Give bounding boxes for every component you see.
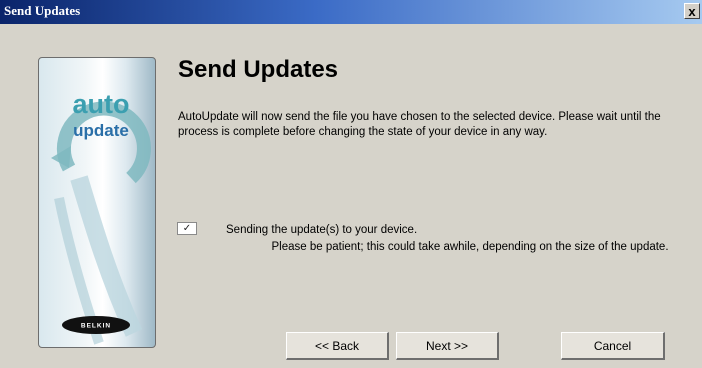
logo-auto-text: auto bbox=[73, 89, 130, 119]
dialog-window: Send Updates x BELKIN auto update Send U… bbox=[0, 0, 702, 368]
back-button[interactable]: << Back bbox=[286, 332, 389, 360]
logo-update-text: update bbox=[73, 121, 129, 140]
close-button[interactable]: x bbox=[684, 3, 700, 19]
cancel-button[interactable]: Cancel bbox=[561, 332, 665, 360]
next-button[interactable]: Next >> bbox=[396, 332, 499, 360]
description-text: AutoUpdate will now send the file you ha… bbox=[178, 111, 661, 138]
title-bar[interactable]: Send Updates x bbox=[0, 0, 702, 24]
page-heading: Send Updates bbox=[178, 56, 339, 83]
belkin-brand-text: BELKIN bbox=[81, 323, 111, 330]
autoupdate-logo-panel: BELKIN auto update bbox=[38, 57, 156, 348]
progress-checkbox: ✓ bbox=[177, 222, 197, 235]
window-title: Send Updates bbox=[4, 3, 81, 18]
status-text: Sending the update(s) to your device. bbox=[226, 224, 418, 236]
autoupdate-logo-graphic: BELKIN auto update bbox=[51, 89, 151, 345]
patience-note: Please be patient; this could take awhil… bbox=[271, 241, 669, 253]
